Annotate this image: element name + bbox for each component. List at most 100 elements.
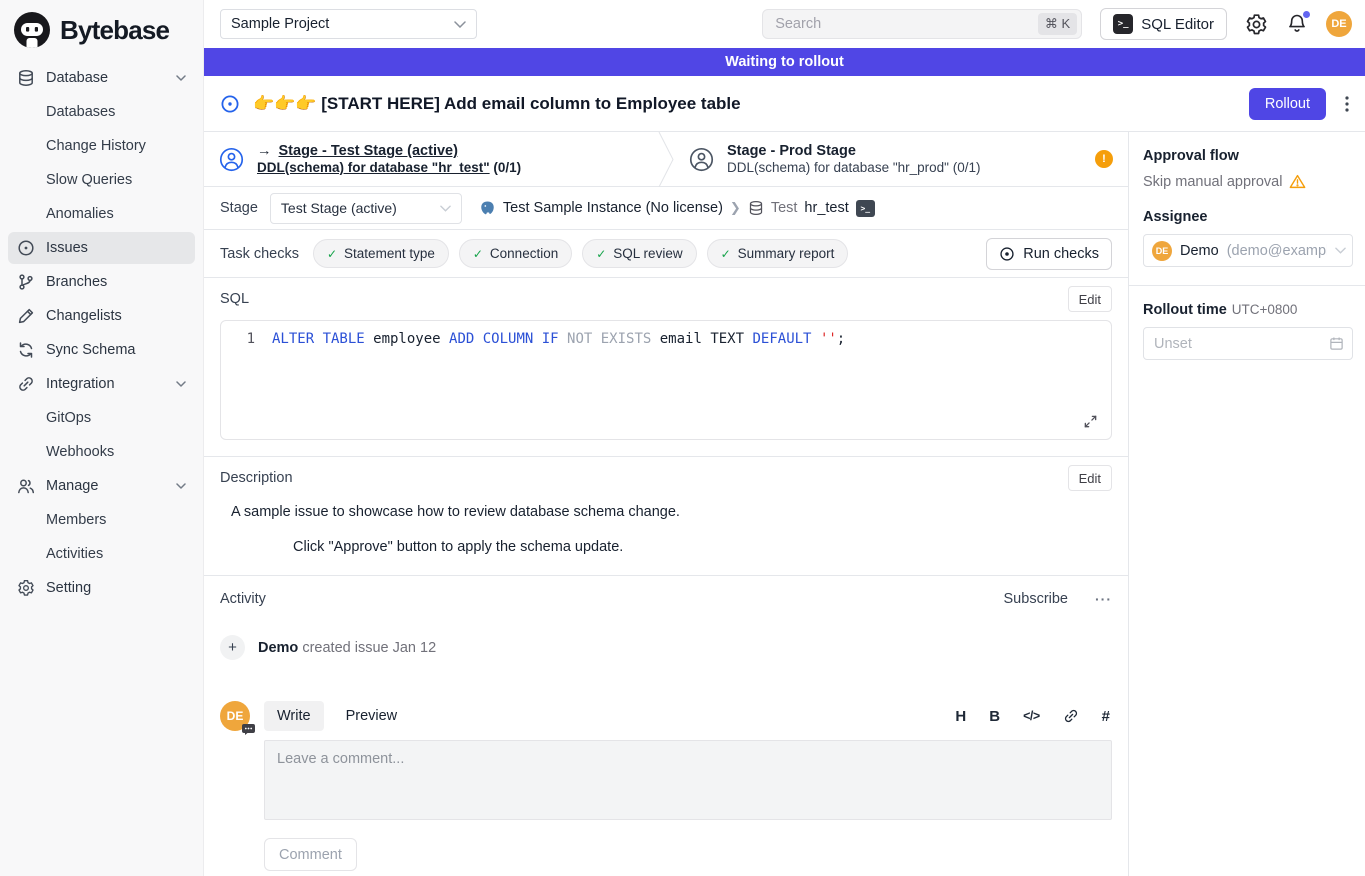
sidebar-item-change-history[interactable]: Change History (8, 130, 195, 162)
sidebar-item-changelists[interactable]: Changelists (8, 300, 195, 332)
instance-link[interactable]: Test Sample Instance (No license) (503, 200, 723, 216)
user-avatar[interactable]: DE (1326, 11, 1352, 37)
description-line: A sample issue to showcase how to review… (231, 504, 1112, 520)
sql-code-line: ALTER TABLE employee ADD COLUMN IF NOT E… (272, 331, 845, 347)
sidebar-item-sync-schema[interactable]: Sync Schema (8, 334, 195, 366)
open-in-sql-editor-icon[interactable]: >_ (856, 200, 875, 217)
heading-icon[interactable]: H (955, 708, 966, 725)
task-check-label: Summary report (738, 246, 835, 261)
sidebar-item-label: Integration (46, 376, 115, 392)
assignee-email: (demo@example (1227, 243, 1327, 259)
manage-icon (17, 477, 35, 495)
database-breadcrumb: Test Sample Instance (No license) ❯ Test… (479, 200, 875, 217)
code-icon[interactable]: </> (1023, 709, 1040, 723)
sidebar-item-webhooks[interactable]: Webhooks (8, 436, 195, 468)
task-check-pill-summary-report[interactable]: ✓Summary report (707, 239, 849, 268)
sidebar-item-issues[interactable]: Issues (8, 232, 195, 264)
run-checks-button[interactable]: Run checks (986, 238, 1112, 270)
description-section: Description Edit A sample issue to showc… (204, 457, 1128, 576)
postgresql-icon (479, 200, 496, 217)
sidebar-item-databases[interactable]: Databases (8, 96, 195, 128)
stage-text: →Stage - Test Stage (active) DDL(schema)… (257, 143, 521, 175)
sidebar-item-manage[interactable]: Manage (8, 470, 195, 502)
stage-select-value: Test Stage (active) (281, 200, 397, 216)
activity-menu-icon[interactable]: ··· (1095, 591, 1112, 607)
database-link[interactable]: hr_test (804, 200, 848, 216)
bold-icon[interactable]: B (989, 708, 1000, 725)
sidebar-item-gitops[interactable]: GitOps (8, 402, 195, 434)
sidebar-item-database[interactable]: Database (8, 62, 195, 94)
search-input[interactable] (762, 9, 1082, 39)
subscribe-button[interactable]: Subscribe (1004, 591, 1068, 607)
content-row: →Stage - Test Stage (active) DDL(schema)… (204, 132, 1365, 876)
stage-separator (658, 132, 674, 186)
sidebar-item-integration[interactable]: Integration (8, 368, 195, 400)
hash-icon[interactable]: # (1102, 708, 1110, 725)
tab-preview[interactable]: Preview (333, 701, 411, 731)
database-icon (17, 69, 35, 87)
sql-token-plain (559, 331, 567, 347)
task-checks-row: Task checks ✓Statement type✓Connection✓S… (204, 230, 1128, 278)
sql-token-keyword: DEFAULT (752, 331, 811, 347)
stage-card-prod[interactable]: Stage - Prod Stage DDL(schema) for datab… (674, 132, 1128, 186)
comment-submit-button[interactable]: Comment (264, 838, 357, 871)
tab-write[interactable]: Write (264, 701, 324, 731)
changelist-icon (17, 307, 35, 325)
sidebar-item-slow-queries[interactable]: Slow Queries (8, 164, 195, 196)
approval-flow-value-row: Skip manual approval (1143, 173, 1353, 190)
sidebar-item-anomalies[interactable]: Anomalies (8, 198, 195, 230)
sidebar-item-label: Changelists (46, 308, 122, 324)
task-check-pill-statement-type[interactable]: ✓Statement type (313, 239, 449, 268)
sidebar-item-members[interactable]: Members (8, 504, 195, 536)
settings-gear-icon[interactable] (1245, 13, 1268, 36)
stage-progress: (0/1) (953, 160, 981, 175)
check-success-icon: ✓ (327, 247, 337, 261)
line-number: 1 (221, 331, 255, 347)
branch-icon (17, 273, 35, 291)
stage-title: Stage - Prod Stage (727, 143, 980, 159)
notification-dot (1303, 11, 1310, 18)
brand-logo[interactable]: Bytebase (0, 0, 203, 58)
rollout-time-input[interactable] (1143, 327, 1353, 360)
sql-token-muted: NOT EXISTS (567, 331, 651, 347)
approval-flow-value: Skip manual approval (1143, 174, 1282, 190)
stage-task: DDL(schema) for database "hr_prod" (727, 160, 949, 175)
sql-edit-button[interactable]: Edit (1068, 286, 1112, 312)
assignee-select[interactable]: DE Demo (demo@example (1143, 234, 1353, 267)
sidebar-item-label: Databases (46, 104, 115, 120)
comment-avatar-wrap: DE (220, 701, 250, 735)
comment-input[interactable] (264, 740, 1112, 820)
issue-header: 👉👉👉 [START HERE] Add email column to Emp… (204, 76, 1365, 132)
task-check-pill-sql-review[interactable]: ✓SQL review (582, 239, 696, 268)
expand-editor-icon[interactable] (1083, 414, 1098, 429)
task-check-pill-connection[interactable]: ✓Connection (459, 239, 572, 268)
task-check-label: Connection (490, 246, 558, 261)
stage-select[interactable]: Test Stage (active) (270, 193, 462, 224)
sql-section-title: SQL (220, 291, 249, 307)
sidebar-item-branches[interactable]: Branches (8, 266, 195, 298)
sidebar-item-label: Slow Queries (46, 172, 132, 188)
link-icon[interactable] (1063, 708, 1079, 724)
sql-code-row: 1 ALTER TABLE employee ADD COLUMN IF NOT… (221, 331, 1111, 347)
rollout-button[interactable]: Rollout (1249, 88, 1326, 120)
stage-task: DDL(schema) for database "hr_test" (257, 160, 490, 175)
activity-actor[interactable]: Demo (258, 640, 298, 656)
sql-editor-button[interactable]: >_ SQL Editor (1100, 8, 1227, 40)
sql-editor[interactable]: 1 ALTER TABLE employee ADD COLUMN IF NOT… (220, 320, 1112, 440)
kebab-menu-icon[interactable] (1345, 96, 1349, 112)
sql-token-plain (812, 331, 820, 347)
plus-icon: + (220, 635, 245, 660)
sidebar-item-activities[interactable]: Activities (8, 538, 195, 570)
chevron-down-icon (440, 205, 451, 212)
issues-icon (17, 239, 35, 257)
sync-icon (17, 341, 35, 359)
sidebar-item-setting[interactable]: Setting (8, 572, 195, 604)
description-edit-button[interactable]: Edit (1068, 465, 1112, 491)
sidebar-item-label: Anomalies (46, 206, 114, 222)
notifications-bell-icon[interactable] (1286, 13, 1308, 35)
stage-title: Stage - Test Stage (active) (279, 143, 458, 159)
assignee-name: Demo (1180, 243, 1219, 259)
sql-token-plain: employee (365, 331, 449, 347)
project-select[interactable]: Sample Project (220, 9, 477, 39)
stage-card-test[interactable]: →Stage - Test Stage (active) DDL(schema)… (204, 132, 658, 186)
